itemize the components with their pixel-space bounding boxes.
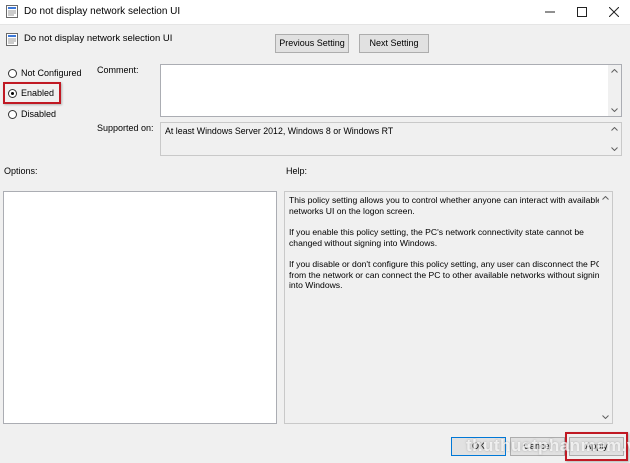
radio-label: Not Configured [21, 68, 82, 78]
help-pane: This policy setting allows you to contro… [284, 191, 613, 424]
supported-on-box: At least Windows Server 2012, Windows 8 … [160, 122, 622, 156]
help-label: Help: [286, 166, 308, 176]
radio-label: Disabled [21, 109, 57, 119]
scroll-down-icon[interactable] [608, 104, 621, 116]
policy-name: Do not display network selection UI [24, 33, 173, 44]
help-paragraph: If you disable or don't configure this p… [289, 259, 605, 290]
comment-scrollbar[interactable] [608, 65, 621, 116]
watermark: thuthuatphanmem.vn [466, 436, 630, 455]
help-paragraph: If you enable this policy setting, the P… [289, 227, 584, 248]
scroll-up-icon[interactable] [608, 123, 621, 135]
title-bar: Do not display network selection UI [0, 0, 630, 25]
radio-disabled[interactable]: Disabled [8, 109, 56, 119]
supported-on-value: At least Windows Server 2012, Windows 8 … [165, 126, 394, 136]
supported-on-label: Supported on: [97, 123, 154, 133]
window-title: Do not display network selection UI [24, 6, 181, 17]
next-setting-button[interactable]: Next Setting [359, 34, 429, 53]
supported-scrollbar[interactable] [608, 123, 621, 155]
minimize-icon [545, 7, 555, 17]
previous-setting-button[interactable]: Previous Setting [275, 34, 349, 53]
radio-not-configured[interactable]: Not Configured [8, 68, 82, 78]
radio-enabled[interactable]: Enabled [8, 88, 54, 98]
minimize-button[interactable] [534, 0, 566, 24]
maximize-icon [577, 7, 587, 17]
scroll-up-icon[interactable] [599, 192, 612, 204]
radio-label: Enabled [21, 88, 55, 98]
help-paragraph: This policy setting allows you to contro… [289, 195, 602, 216]
scroll-down-icon[interactable] [599, 411, 612, 423]
scroll-down-icon[interactable] [608, 143, 621, 155]
close-icon [609, 7, 619, 17]
policy-icon [6, 33, 18, 46]
comment-label: Comment: [97, 65, 139, 75]
help-scrollbar[interactable] [599, 192, 612, 423]
maximize-button[interactable] [566, 0, 598, 24]
options-label: Options: [4, 166, 38, 176]
options-pane [3, 191, 277, 424]
scroll-up-icon[interactable] [608, 65, 621, 77]
help-text: This policy setting allows you to contro… [289, 195, 609, 302]
radio-indicator [8, 88, 17, 98]
policy-icon [6, 5, 18, 18]
radio-indicator [8, 68, 17, 78]
comment-textarea[interactable] [160, 64, 622, 117]
radio-indicator [8, 109, 17, 119]
close-button[interactable] [598, 0, 630, 24]
